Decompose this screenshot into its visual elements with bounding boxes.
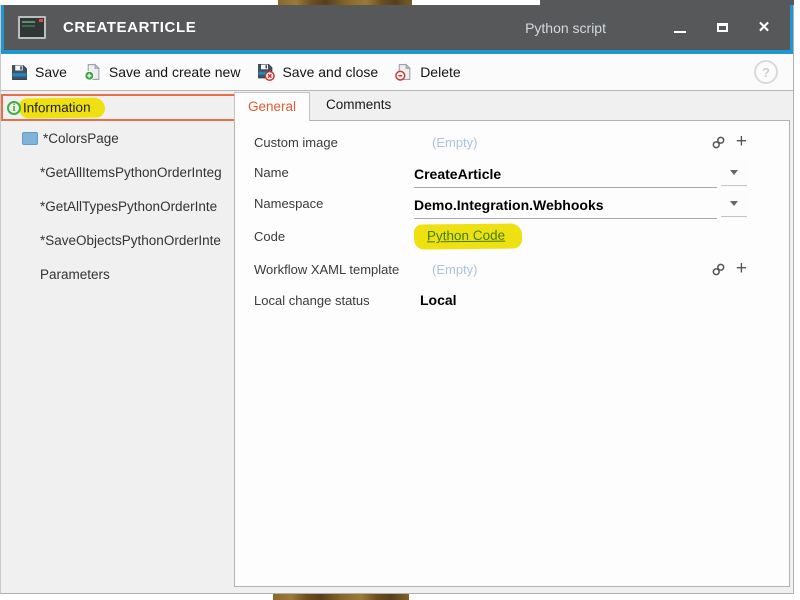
window-title: CREATEARTICLE [63, 19, 196, 36]
python-code-link[interactable]: Python Code [427, 227, 505, 243]
close-icon: ✕ [758, 20, 771, 35]
minimize-icon [674, 31, 686, 33]
name-dropdown-button[interactable] [721, 160, 747, 186]
sidebar-item-getallitems[interactable]: *GetAllItemsPythonOrderInteg [1, 155, 234, 189]
code-highlight: Python Code [414, 223, 522, 249]
save-and-create-new-button[interactable]: Save and create new [84, 63, 241, 81]
sidebar-item-information[interactable]: i Information [1, 94, 234, 121]
namespace-row: Namespace Demo.Integration.Webhooks [235, 188, 789, 219]
save-and-close-label: Save and close [282, 64, 378, 80]
workflow-label: Workflow XAML template [254, 262, 414, 277]
save-button[interactable]: Save [11, 64, 67, 81]
sidebar-item-label: *ColorsPage [43, 131, 119, 146]
save-and-create-new-label: Save and create new [109, 64, 241, 80]
desktop-wallpaper-sliver [273, 593, 409, 600]
titlebar: CREATEARTICLE Python script ✕ [1, 5, 793, 50]
tab-bar: General Comments [234, 91, 790, 120]
tab-comments[interactable]: Comments [310, 91, 407, 120]
workflow-value[interactable]: (Empty) [432, 262, 478, 277]
namespace-dropdown-button[interactable] [721, 191, 747, 217]
local-status-label: Local change status [254, 293, 414, 308]
sidebar-item-colorspage[interactable]: *ColorsPage [1, 121, 234, 155]
name-value: CreateArticle [414, 166, 501, 182]
sidebar-item-label: Parameters [40, 267, 110, 282]
workflow-row: Workflow XAML template (Empty) + [235, 253, 789, 285]
sidebar: i Information *ColorsPage *GetAllItemsPy… [1, 91, 234, 593]
save-and-close-button[interactable]: Save and close [257, 63, 378, 81]
name-row: Name CreateArticle [235, 157, 789, 188]
delete-icon [395, 63, 413, 81]
dialog-window: CREATEARTICLE Python script ✕ Save Sav [0, 5, 794, 594]
info-icon: i [7, 101, 21, 115]
sidebar-item-label: *GetAllItemsPythonOrderInteg [40, 165, 222, 180]
sidebar-item-label: Information [19, 97, 105, 118]
close-button[interactable]: ✕ [748, 13, 780, 43]
code-label: Code [254, 229, 414, 244]
namespace-label: Namespace [254, 196, 414, 211]
sidebar-item-parameters[interactable]: Parameters [1, 257, 234, 291]
code-row: Code Python Code [235, 219, 789, 253]
add-icon[interactable]: + [736, 132, 747, 151]
save-label: Save [35, 64, 67, 80]
link-icon[interactable] [711, 135, 726, 150]
page-icon [22, 132, 38, 145]
save-floppy-icon [11, 64, 28, 81]
namespace-value: Demo.Integration.Webhooks [414, 197, 604, 213]
name-label: Name [254, 165, 414, 180]
maximize-icon [717, 23, 728, 32]
sidebar-item-getalltypes[interactable]: *GetAllTypesPythonOrderInte [1, 189, 234, 223]
local-status-value: Local [420, 292, 457, 308]
main-area: General Comments Custom image (Empty) + [234, 91, 793, 593]
window-controls: ✕ [664, 13, 780, 43]
app-window-icon [18, 16, 46, 39]
screenshot-root: CREATEARTICLE Python script ✕ Save Sav [0, 0, 800, 600]
custom-image-label: Custom image [254, 135, 414, 150]
sidebar-item-saveobjects[interactable]: *SaveObjectsPythonOrderInte [1, 223, 234, 257]
delete-label: Delete [420, 64, 460, 80]
general-panel: Custom image (Empty) + Name CreateArtic [234, 120, 790, 587]
delete-button[interactable]: Delete [395, 63, 460, 81]
save-create-new-icon [84, 63, 102, 81]
sidebar-item-label: *GetAllTypesPythonOrderInte [40, 199, 217, 214]
chevron-down-icon [730, 170, 738, 175]
desktop-strip-bottom [0, 593, 800, 600]
tab-general[interactable]: General [234, 92, 310, 121]
help-button[interactable]: ? [754, 60, 778, 84]
link-icon[interactable] [711, 262, 726, 277]
toolbar: Save Save and create new Save and close … [1, 54, 793, 91]
namespace-input[interactable]: Demo.Integration.Webhooks [414, 188, 717, 219]
sidebar-item-label: *SaveObjectsPythonOrderInte [40, 233, 221, 248]
custom-image-value[interactable]: (Empty) [432, 135, 478, 150]
window-body: i Information *ColorsPage *GetAllItemsPy… [1, 91, 793, 593]
add-icon[interactable]: + [736, 259, 747, 278]
local-status-row: Local change status Local [235, 285, 789, 315]
minimize-button[interactable] [664, 13, 696, 43]
maximize-button[interactable] [706, 13, 738, 43]
custom-image-row: Custom image (Empty) + [235, 127, 789, 157]
window-subtitle: Python script [525, 20, 606, 36]
chevron-down-icon [730, 201, 738, 206]
save-close-icon [257, 63, 275, 81]
name-input[interactable]: CreateArticle [414, 157, 717, 188]
